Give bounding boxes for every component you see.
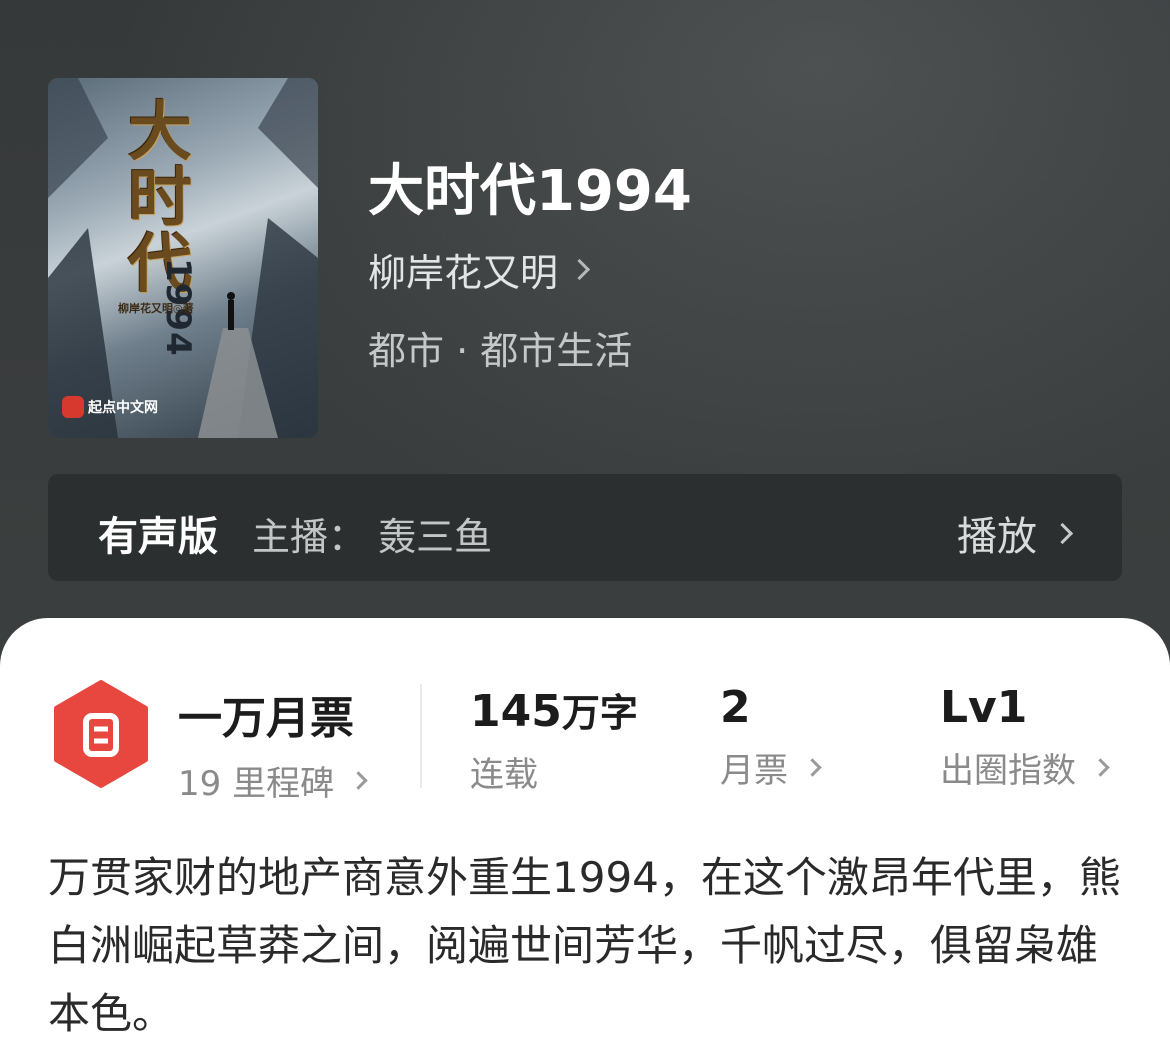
audio-host-name: 主播： 轰三鱼	[252, 515, 493, 559]
word-count-number: 145	[470, 686, 562, 737]
author-name: 柳岸花又明	[368, 251, 559, 295]
monthly-votes-stat[interactable]: 2 月票	[720, 682, 822, 792]
audio-version-label: 有声版	[98, 514, 218, 560]
chevron-right-icon	[349, 771, 368, 790]
word-count-stat: 145万字 连载	[470, 682, 638, 796]
serial-status-label: 连载	[470, 755, 538, 795]
stats-divider	[420, 684, 422, 788]
milestone-value: 一万月票	[178, 693, 354, 744]
book-title: 大时代1994	[368, 159, 692, 224]
serial-status-row: 连载	[470, 747, 638, 796]
word-count-unit: 万字	[561, 691, 638, 735]
genre-tags: 都市 · 都市生活	[368, 329, 633, 373]
monthly-votes-value: 2	[720, 682, 751, 733]
chevron-right-icon	[568, 258, 591, 281]
publisher-logo: 起点中文网	[62, 396, 158, 418]
milestone-label: 19 里程碑	[178, 764, 335, 804]
influence-index-stat[interactable]: Lv1 出圈指数	[940, 682, 1110, 792]
influence-index-label-row: 出圈指数	[940, 743, 1110, 792]
monthly-votes-label: 月票	[720, 751, 788, 791]
play-button[interactable]: 播放	[957, 504, 1074, 562]
play-label: 播放	[957, 514, 1037, 560]
audio-version-bar[interactable]: 有声版 主播： 轰三鱼 播放	[48, 474, 1122, 581]
monthly-ticket-icon	[54, 680, 148, 788]
author-link[interactable]: 柳岸花又明	[368, 242, 591, 297]
milestone-stat[interactable]: 一万月票 19 里程碑	[178, 682, 368, 805]
chevron-right-icon	[1091, 758, 1110, 777]
cover-author-text: 柳岸花又明◎著	[118, 302, 194, 315]
monthly-votes-label-row: 月票	[720, 743, 822, 792]
influence-index-value: Lv1	[940, 682, 1028, 733]
word-count-value: 145万字	[470, 682, 638, 737]
milestone-label-row: 19 里程碑	[178, 756, 368, 805]
book-cover-image[interactable]: 大 时 代 1994 柳岸花又明◎著 起点中文网	[48, 78, 318, 438]
book-synopsis[interactable]: 万贯家财的地产商意外重生1994，在这个激昂年代里，熊白洲崛起草莽之间，阅遍世间…	[48, 844, 1128, 1046]
chevron-right-icon	[1051, 522, 1074, 544]
publisher-logo-icon	[62, 396, 84, 418]
chevron-right-icon	[803, 758, 822, 777]
influence-index-label: 出圈指数	[940, 751, 1076, 791]
publisher-name: 起点中文网	[88, 400, 158, 416]
